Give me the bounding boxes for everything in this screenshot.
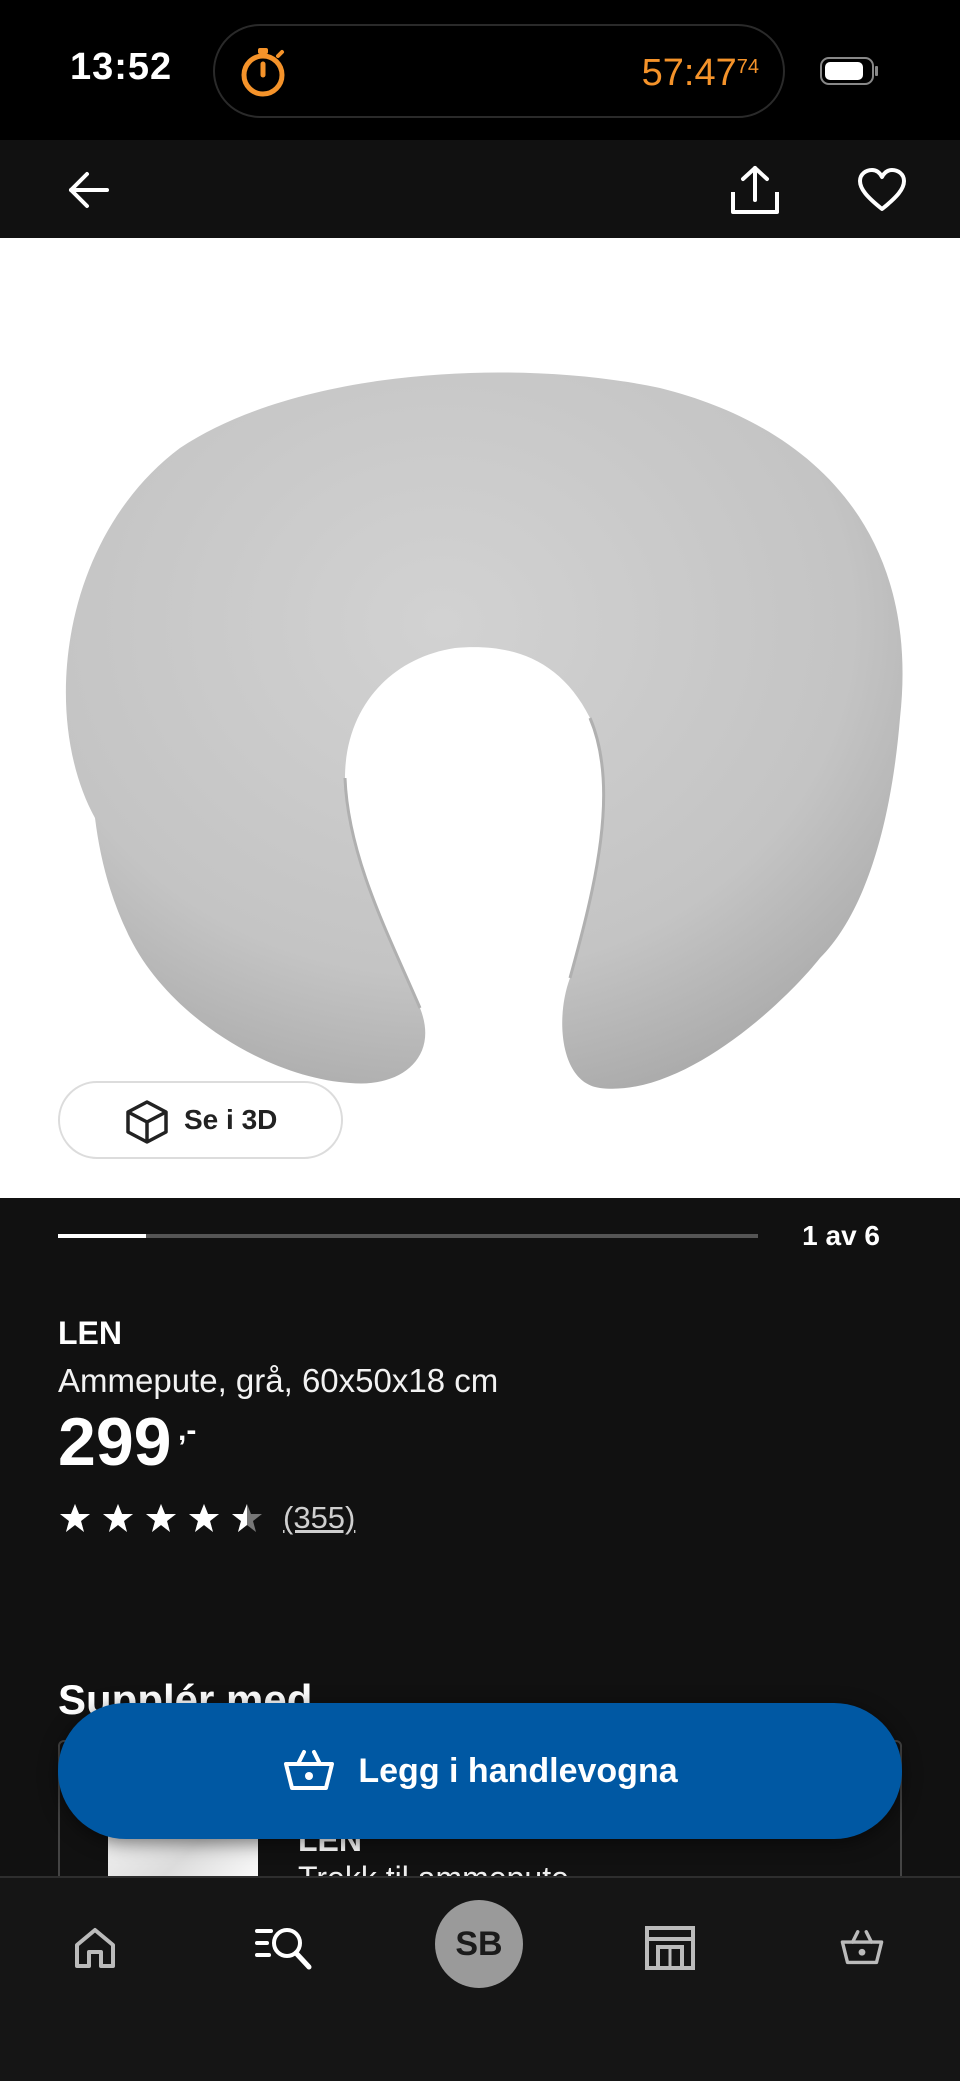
rating[interactable]: (355) — [58, 1500, 355, 1536]
rating-stars — [58, 1502, 273, 1534]
nav-store[interactable] — [630, 1908, 710, 1988]
star-icon — [232, 1504, 262, 1532]
nav-profile-avatar[interactable]: SB — [435, 1900, 523, 1988]
product-price: 299 — [58, 1404, 172, 1480]
nav-cart[interactable] — [822, 1908, 902, 1988]
gallery-progress-bar — [58, 1234, 758, 1238]
share-icon — [731, 166, 779, 214]
nursing-pillow-image — [65, 372, 903, 1089]
star-icon — [103, 1504, 133, 1532]
star-icon — [60, 1504, 90, 1532]
view-3d-label: Se i 3D — [184, 1104, 278, 1135]
heart-icon — [858, 168, 906, 211]
product-page: 13:52 57:4774 Se i 3D 1 av 6 LEN Ammeput… — [0, 0, 960, 2081]
star-icon — [146, 1504, 176, 1532]
add-to-cart-button[interactable]: Legg i handlevogna — [58, 1703, 902, 1839]
favorite-button[interactable] — [852, 160, 912, 220]
add-to-cart-label: Legg i handlevogna — [358, 1751, 678, 1790]
nav-search[interactable] — [245, 1908, 325, 1988]
price-suffix: ,- — [178, 1414, 197, 1447]
product-name: LEN — [58, 1315, 122, 1351]
cart-icon — [284, 1750, 335, 1790]
stopwatch-icon — [241, 48, 285, 97]
gallery-position: 1 av 6 — [802, 1220, 880, 1251]
product-image-gallery[interactable]: Se i 3D — [0, 238, 960, 1198]
product-description: Ammepute, grå, 60x50x18 cm — [58, 1362, 499, 1399]
star-icon — [189, 1504, 219, 1532]
share-button[interactable] — [725, 160, 785, 220]
gallery-progress-fill — [58, 1234, 146, 1238]
app-header — [0, 140, 960, 238]
battery-icon — [820, 57, 878, 85]
timer-readout: 57:4774 — [642, 52, 759, 95]
home-icon — [75, 1928, 115, 1968]
cart-icon — [840, 1930, 884, 1965]
search-icon — [255, 1928, 312, 1970]
dynamic-island[interactable]: 57:4774 — [213, 24, 785, 118]
rating-count[interactable]: (355) — [283, 1500, 355, 1536]
store-icon — [645, 1926, 695, 1970]
back-button[interactable] — [58, 160, 118, 220]
status-bar: 13:52 57:4774 — [0, 0, 960, 140]
view-3d-button[interactable]: Se i 3D — [58, 1081, 343, 1159]
timer-main: 57:47 — [641, 52, 737, 94]
status-time: 13:52 — [70, 46, 173, 88]
timer-fraction: 74 — [736, 56, 759, 78]
bottom-nav: SB — [0, 1876, 960, 2081]
nav-home[interactable] — [55, 1908, 135, 1988]
cube-icon — [126, 1100, 168, 1144]
arrow-left-icon — [69, 172, 109, 208]
